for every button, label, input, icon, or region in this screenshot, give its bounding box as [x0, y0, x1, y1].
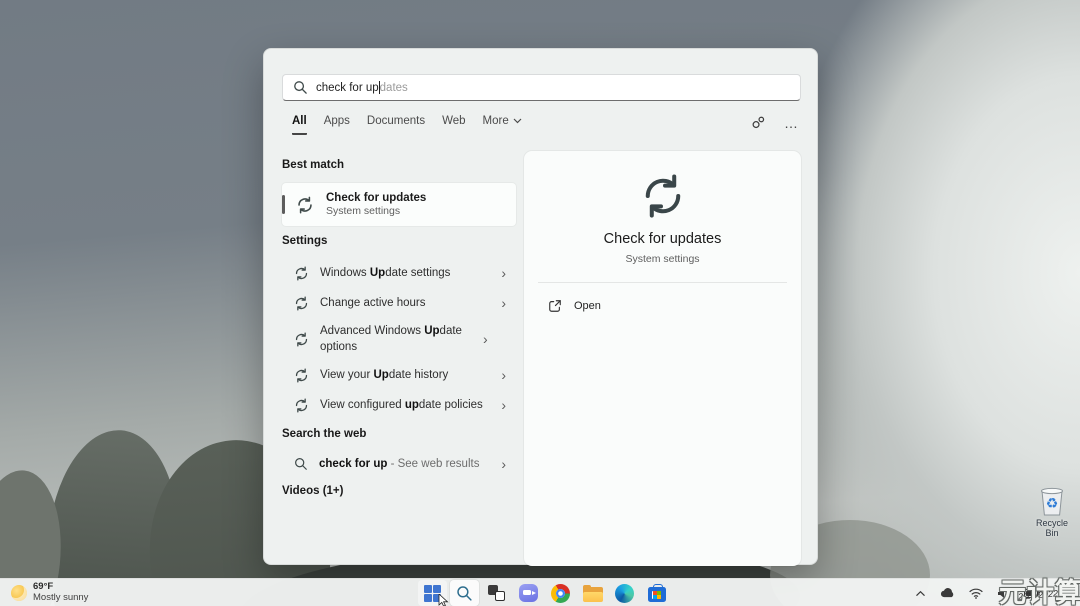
watermark: 元计算 — [999, 571, 1080, 606]
chat-button[interactable] — [514, 580, 543, 606]
sync-icon-large — [640, 173, 686, 219]
edge-icon — [615, 584, 634, 603]
results-column: Best match Check for updates System sett… — [282, 49, 516, 564]
section-header-settings: Settings — [282, 235, 327, 247]
sync-icon — [294, 332, 309, 347]
mouse-cursor — [438, 594, 449, 606]
result-windows-update-settings[interactable]: Windows Update settings › — [282, 258, 516, 288]
best-match-item[interactable]: Check for updates System settings — [282, 183, 516, 226]
section-header-search-the-web: Search the web — [282, 428, 366, 440]
result-advanced-windows-update-options[interactable]: Advanced Windows Update options › — [282, 318, 516, 360]
recycle-bin-shortcut[interactable]: ♻ Recycle Bin — [1030, 485, 1074, 538]
chat-icon — [519, 584, 538, 602]
recycle-bin-icon: ♻ — [1035, 485, 1069, 517]
sync-icon — [294, 296, 309, 311]
preview-subtitle: System settings — [524, 253, 801, 265]
chevron-right-icon: › — [501, 370, 516, 380]
taskbar-app-buttons — [418, 580, 671, 606]
section-header-videos: Videos (1+) — [282, 485, 343, 497]
more-options-icon[interactable]: … — [784, 118, 799, 128]
desktop: ♻ Recycle Bin check for updates All Apps… — [0, 0, 1080, 606]
file-explorer-button[interactable] — [578, 580, 607, 606]
open-action[interactable]: Open — [532, 292, 793, 320]
chevron-right-icon: › — [501, 298, 516, 308]
search-icon — [456, 585, 473, 602]
best-match-title: Check for updates — [326, 192, 426, 204]
sync-icon — [294, 368, 309, 383]
section-header-best-match: Best match — [282, 159, 344, 171]
recycle-bin-label: Recycle Bin — [1030, 518, 1074, 538]
chevron-right-icon: › — [501, 268, 516, 278]
sync-icon — [294, 398, 309, 413]
search-header-actions: … — [751, 115, 799, 130]
svg-text:♻: ♻ — [1046, 495, 1059, 511]
open-action-label: Open — [574, 300, 601, 312]
search-flyout: check for updates All Apps Documents Web… — [263, 48, 818, 565]
result-change-active-hours[interactable]: Change active hours › — [282, 288, 516, 318]
search-button[interactable] — [450, 580, 479, 606]
chevron-up-icon[interactable] — [912, 587, 929, 600]
task-view-button[interactable] — [482, 580, 511, 606]
file-explorer-icon — [583, 587, 603, 602]
onedrive-icon[interactable] — [937, 586, 958, 600]
store-button[interactable] — [642, 580, 671, 606]
weather-condition: Mostly sunny — [33, 593, 88, 604]
start-button[interactable] — [418, 580, 447, 606]
sync-icon — [296, 196, 314, 214]
search-icon — [294, 457, 308, 471]
chevron-right-icon: › — [501, 400, 516, 410]
best-match-subtitle: System settings — [326, 205, 426, 217]
account-icon[interactable] — [751, 115, 766, 130]
taskbar: 69°F Mostly sunny — [0, 578, 1080, 606]
open-external-icon — [548, 299, 562, 313]
result-view-update-history[interactable]: View your Update history › — [282, 360, 516, 390]
chevron-right-icon: › — [483, 334, 498, 344]
weather-sun-icon — [11, 585, 27, 601]
sync-icon — [294, 266, 309, 281]
chrome-icon — [551, 584, 570, 603]
chrome-button[interactable] — [546, 580, 575, 606]
chevron-right-icon: › — [501, 459, 516, 469]
wifi-icon[interactable] — [966, 586, 986, 601]
preview-pane: Check for updates System settings Open — [524, 151, 801, 566]
task-view-icon — [488, 585, 505, 601]
microsoft-store-icon — [648, 587, 666, 602]
weather-widget[interactable]: 69°F Mostly sunny — [5, 580, 94, 606]
selection-indicator — [282, 195, 285, 214]
divider — [538, 282, 787, 283]
edge-button[interactable] — [610, 580, 639, 606]
result-web-search[interactable]: check for up - See web results › — [282, 449, 516, 479]
result-view-configured-update-policies[interactable]: View configured update policies › — [282, 390, 516, 420]
preview-title: Check for updates — [524, 231, 801, 247]
